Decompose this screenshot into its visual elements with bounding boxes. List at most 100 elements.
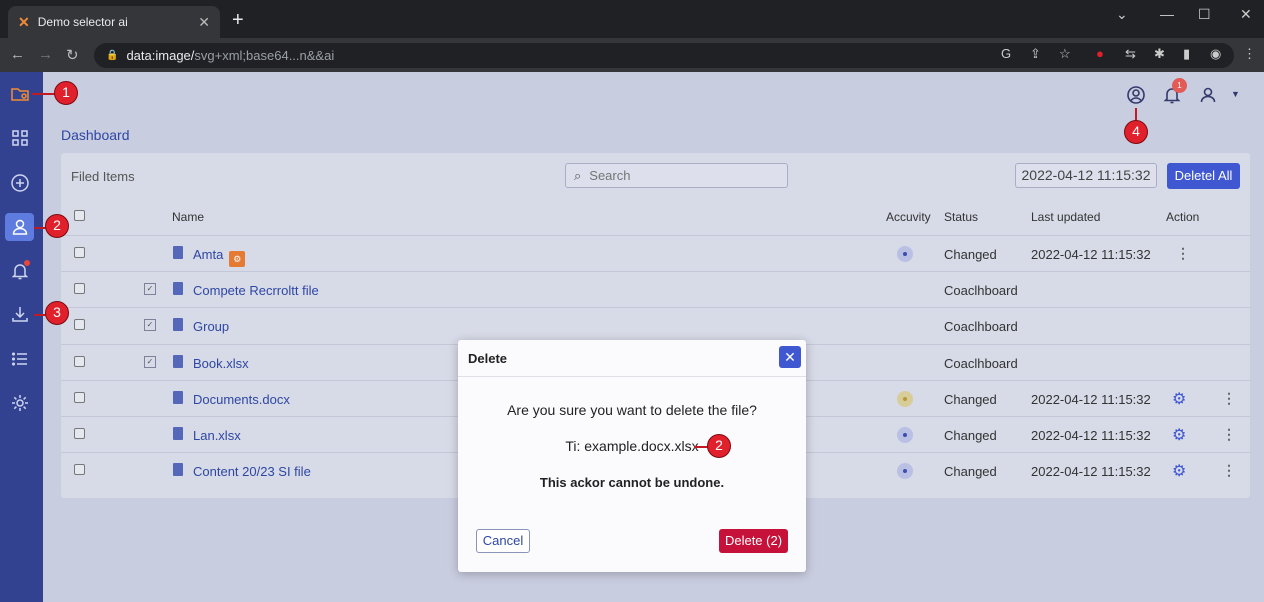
file-icon [173,391,183,404]
edit-checkbox-icon[interactable]: ✓ [144,319,156,331]
list-icon[interactable] [5,345,34,373]
row-checkbox[interactable] [74,392,85,403]
tag-badge-icon: ⚙ [229,251,246,267]
app-favicon-icon: ✕ [18,13,30,30]
status-text: Coaclhboard [944,319,1018,334]
dialog-close-icon[interactable]: ✕ [779,346,801,368]
profile-avatar-icon[interactable]: ◉ [1210,46,1221,62]
edit-checkbox-icon[interactable]: ✓ [144,356,156,368]
activity-indicator [897,246,913,262]
search-box[interactable]: ⌕ [565,163,788,188]
row-menu-icon[interactable]: ⋮ [1176,245,1190,262]
file-name[interactable]: Book.xlsx [193,356,249,371]
table-row[interactable]: Amta ⚙ Changed 2022-04-12 11:15:32 ⋮ [61,235,1250,271]
delete-all-button[interactable]: Deletel All [1167,163,1240,189]
edit-checkbox-icon[interactable]: ✓ [144,283,156,295]
cancel-button[interactable]: Cancel [476,529,530,553]
folder-gear-icon[interactable] [5,80,34,108]
file-name[interactable]: Content 20/23 SI file [193,464,311,479]
dialog-title: Delete [468,351,508,366]
dialog-question: Are you sure you want to delete the file… [507,402,757,418]
file-icon [173,246,183,259]
breadcrumb[interactable]: Dashboard [61,127,130,143]
grid-icon[interactable] [5,124,34,152]
row-checkbox[interactable] [74,283,85,294]
marker-pointer [32,93,56,95]
download-icon[interactable] [5,300,34,328]
last-updated-text: 2022-04-12 11:15:32 [1031,392,1151,407]
lock-icon: 🔒 [106,50,119,61]
file-name[interactable]: Compete Recrroltt file [193,283,319,298]
row-menu-icon[interactable]: ⋮ [1222,426,1236,443]
new-tab-icon[interactable]: + [232,10,244,30]
extension-link-icon[interactable]: ⇆ [1125,46,1136,62]
extension-red-icon[interactable]: ● [1096,46,1104,61]
google-icon[interactable]: G [1001,46,1011,61]
side-panel-icon[interactable]: ▮ [1183,46,1190,62]
marker-pointer [694,446,708,448]
activity-indicator [897,391,913,407]
settings-gear-icon[interactable]: ⚙ [1172,425,1186,445]
maximize-icon[interactable]: ☐ [1198,6,1211,23]
status-text: Changed [944,428,997,443]
account-circle-icon[interactable] [1126,85,1146,108]
notification-badge: 1 [1172,78,1187,93]
tab-title: Demo selector ai [37,15,128,29]
reload-icon[interactable]: ↻ [66,46,79,64]
extensions-puzzle-icon[interactable]: ✱ [1154,46,1165,62]
file-name[interactable]: Documents.docx [193,392,290,407]
user-menu-icon[interactable] [1198,85,1218,108]
row-menu-icon[interactable]: ⋮ [1222,462,1236,479]
column-action: Action [1166,210,1200,224]
row-checkbox[interactable] [74,428,85,439]
browser-tab[interactable]: ✕ Demo selector ai ✕ [8,6,220,38]
select-all-checkbox[interactable] [74,210,85,221]
tab-close-icon[interactable]: ✕ [198,14,210,31]
window-close-icon[interactable]: ✕ [1240,6,1252,23]
annotation-marker: 4 [1124,120,1148,144]
date-filter[interactable]: 2022-04-12 11:15:32 [1015,163,1157,188]
share-icon[interactable]: ⇪ [1030,46,1041,62]
gear-icon[interactable] [5,389,34,417]
row-checkbox[interactable] [74,319,85,330]
plus-circle-icon[interactable] [5,169,34,197]
browser-menu-icon[interactable]: ⋮ [1243,46,1256,62]
row-menu-icon[interactable]: ⋮ [1222,390,1236,407]
last-updated-text: 2022-04-12 11:15:32 [1031,247,1151,262]
forward-arrow-icon[interactable]: → [38,46,53,63]
user-icon[interactable] [5,213,34,241]
column-activity[interactable]: Accuvity [886,210,931,224]
user-menu-caret-icon[interactable]: ▼ [1231,89,1240,99]
bookmark-star-icon[interactable]: ☆ [1059,46,1071,62]
delete-dialog: Delete ✕ Are you sure you want to delete… [458,340,806,572]
table-row[interactable]: ✓ Group Coaclhboard [61,307,1250,343]
card-title: Filed Items [71,169,135,184]
row-checkbox[interactable] [74,464,85,475]
file-name[interactable]: Lan.xlsx [193,428,241,443]
bell-icon[interactable] [5,257,34,285]
file-icon [173,427,183,440]
column-last-updated[interactable]: Last updated [1031,210,1100,224]
settings-gear-icon[interactable]: ⚙ [1172,461,1186,481]
file-name-cell[interactable]: Amta ⚙ [193,247,246,267]
status-text: Coaclhboard [944,283,1018,298]
last-updated-text: 2022-04-12 11:15:32 [1031,464,1151,479]
file-icon [173,355,183,368]
settings-gear-icon[interactable]: ⚙ [1172,389,1186,409]
minimize-icon[interactable]: — [1160,6,1174,22]
file-icon [173,463,183,476]
dialog-file-name: Ti: example.docx.xlsx [565,438,699,454]
column-name[interactable]: Name [172,210,204,224]
row-checkbox[interactable] [74,247,85,258]
back-arrow-icon[interactable]: ← [10,46,25,63]
tab-search-chevron-icon[interactable]: ⌄ [1116,6,1128,23]
sidebar [0,72,43,602]
browser-address-bar: ← → ↻ 🔒 data:image/ svg+xml;base64...n&&… [0,38,1264,72]
column-status[interactable]: Status [944,210,978,224]
table-row[interactable]: ✓ Compete Recrroltt file Coaclhboard [61,271,1250,307]
row-checkbox[interactable] [74,356,85,367]
delete-button[interactable]: Delete (2) [719,529,788,553]
search-input[interactable] [589,168,770,183]
file-name[interactable]: Group [193,319,229,334]
file-name[interactable]: Amta [193,247,223,262]
